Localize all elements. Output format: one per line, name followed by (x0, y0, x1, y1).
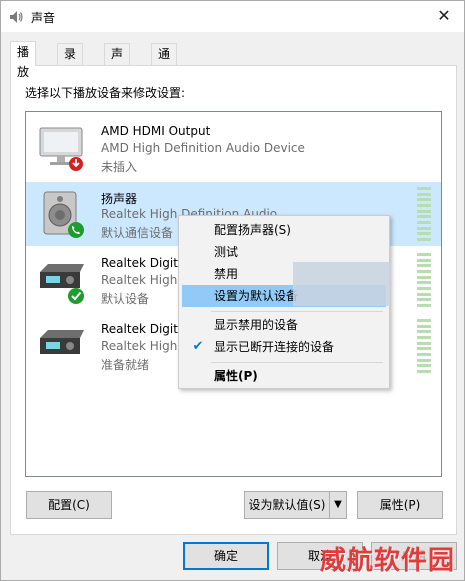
menu-item-test[interactable]: 测试 (182, 241, 386, 263)
title-bar: 声音 ✕ (1, 1, 464, 32)
phone-badge-icon (68, 222, 84, 238)
device-status: 默认通信设备 (101, 226, 174, 240)
menu-separator (211, 311, 383, 312)
device-status: 准备就绪 (101, 358, 150, 372)
tab-sounds[interactable]: 声音 (104, 43, 131, 81)
close-icon: ✕ (437, 6, 451, 25)
volume-meter (417, 319, 431, 373)
menu-item-properties[interactable]: 属性(P) (182, 365, 386, 387)
default-check-badge-icon (68, 288, 84, 304)
menu-item-show-disabled[interactable]: 显示禁用的设备 (182, 314, 386, 336)
sound-app-icon (10, 11, 23, 23)
device-name: Realtek Digital (101, 256, 189, 270)
device-status: 默认设备 (101, 292, 150, 306)
tab-recording[interactable]: 录制 (57, 43, 84, 81)
volume-meter (417, 187, 431, 241)
device-item-amd-hdmi[interactable]: AMD HDMI Output AMD High Definition Audi… (26, 116, 441, 180)
device-name: 扬声器 (101, 192, 138, 206)
configure-button[interactable]: 配置(C) (26, 491, 112, 519)
ok-button[interactable]: 确定 (183, 542, 269, 570)
volume-meter (417, 253, 431, 307)
menu-item-show-disconnected[interactable]: ✔ 显示已断开连接的设备 (182, 336, 386, 358)
properties-button[interactable]: 属性(P) (357, 491, 443, 519)
set-default-dropdown[interactable]: ▼ (329, 491, 347, 519)
device-name: Realtek Digital (101, 322, 189, 336)
device-driver: AMD High Definition Audio Device (101, 141, 305, 155)
chevron-down-icon: ▼ (334, 499, 342, 510)
digital-receiver-icon (40, 264, 84, 304)
set-default-button[interactable]: 设为默认值(S) (244, 491, 330, 519)
redaction-blur (293, 262, 390, 306)
device-status: 未插入 (101, 160, 138, 174)
checkmark-icon: ✔ (192, 339, 204, 354)
window-title: 声音 (31, 11, 56, 25)
digital-receiver-icon (40, 330, 84, 354)
device-name: AMD HDMI Output (101, 124, 211, 138)
panel-description: 选择以下播放设备来修改设置: (25, 86, 186, 100)
watermark-text: 威航软件园 (320, 546, 456, 576)
tab-playback[interactable]: 播放 (10, 41, 37, 79)
device-driver: Realtek High D (101, 339, 191, 353)
device-driver: Realtek High D (101, 273, 191, 287)
menu-separator (211, 362, 383, 363)
unplugged-badge-icon (69, 157, 83, 171)
close-button[interactable]: ✕ (424, 1, 464, 31)
tab-communications[interactable]: 通信 (151, 43, 178, 81)
menu-item-configure-speakers[interactable]: 配置扬声器(S) (182, 219, 386, 241)
monitor-icon (39, 127, 83, 171)
speaker-icon (43, 191, 84, 238)
